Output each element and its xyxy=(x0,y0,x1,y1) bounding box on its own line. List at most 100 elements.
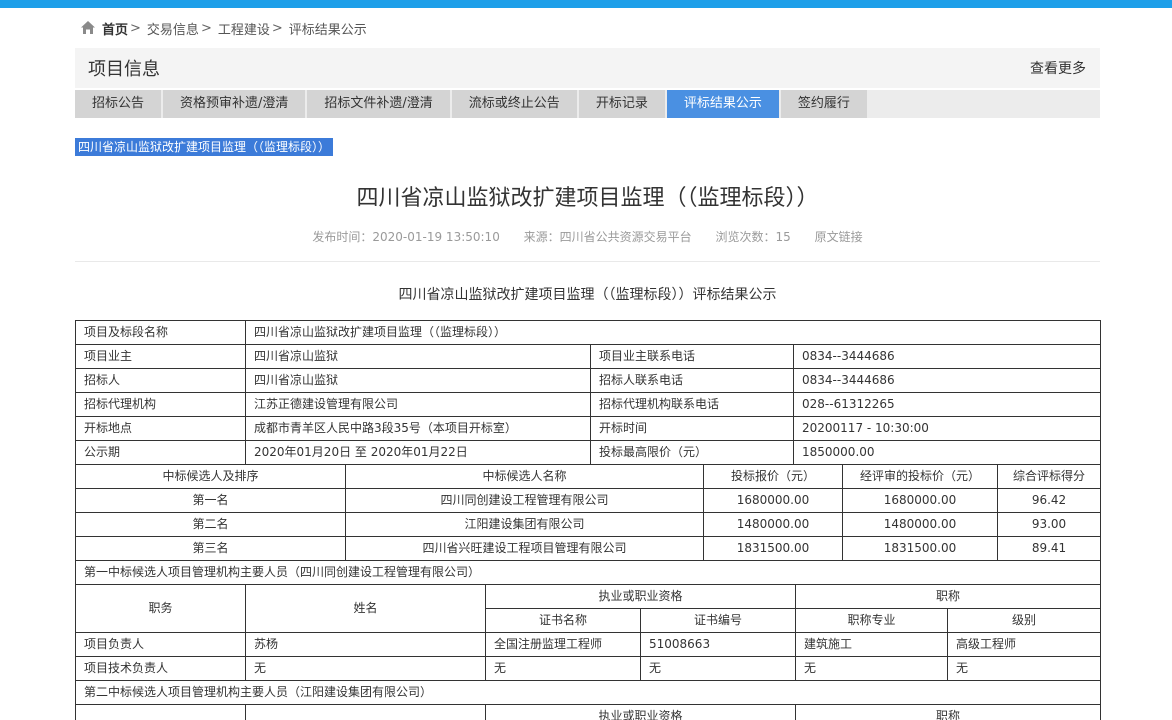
main-content: 项目信息 查看更多 招标公告 资格预审补遗/澄清 招标文件补遗/澄清 流标或终止… xyxy=(75,48,1100,720)
info-value: 2020年01月20日 至 2020年01月22日 xyxy=(246,441,591,465)
col-header-evaluated: 经评审的投标价（元） xyxy=(843,465,998,489)
candidate-rank: 第一名 xyxy=(76,489,346,513)
tab-failed-or-terminated[interactable]: 流标或终止公告 xyxy=(452,90,577,118)
candidate-evaluated: 1680000.00 xyxy=(843,489,998,513)
candidate-name: 四川省兴旺建设工程项目管理有限公司 xyxy=(346,537,704,561)
col-header-name: 中标候选人名称 xyxy=(346,465,704,489)
tab-bid-announcement[interactable]: 招标公告 xyxy=(75,90,161,118)
table-row: 第三名 四川省兴旺建设工程项目管理有限公司 1831500.00 1831500… xyxy=(76,537,1101,561)
person-name: 无 xyxy=(246,657,486,681)
origin-link[interactable]: 原文链接 xyxy=(815,230,863,244)
source: 来源：四川省公共资源交易平台 xyxy=(524,230,692,244)
breadcrumb-item-result[interactable]: 评标结果公示 xyxy=(289,19,367,38)
table-row: 第二名 江阳建设集团有限公司 1480000.00 1480000.00 93.… xyxy=(76,513,1101,537)
candidate-evaluated: 1480000.00 xyxy=(843,513,998,537)
person-name: 苏杨 xyxy=(246,633,486,657)
person-level: 高级工程师 xyxy=(948,633,1101,657)
candidate-bid: 1680000.00 xyxy=(704,489,843,513)
home-icon[interactable] xyxy=(80,20,96,36)
info-value: 0834--3444686 xyxy=(794,369,1101,393)
col-header-bid: 投标报价（元） xyxy=(704,465,843,489)
tab-prequalification-clarify[interactable]: 资格预审补遗/澄清 xyxy=(163,90,305,118)
person-cert-no: 无 xyxy=(641,657,796,681)
info-label: 开标地点 xyxy=(76,417,246,441)
col-header-rank: 中标候选人及排序 xyxy=(76,465,346,489)
table-row: 招标代理机构 江苏正德建设管理有限公司 招标代理机构联系电话 028--6131… xyxy=(76,393,1101,417)
info-label: 开标时间 xyxy=(591,417,794,441)
section-title: 第二中标候选人项目管理机构主要人员（江阳建设集团有限公司） xyxy=(76,681,1101,705)
candidate-rank: 第二名 xyxy=(76,513,346,537)
candidate-bid: 1831500.00 xyxy=(704,537,843,561)
col-header-title-group: 职称 xyxy=(796,585,1101,609)
info-value: 四川省凉山监狱 xyxy=(246,345,591,369)
col-header-level: 级别 xyxy=(948,609,1101,633)
col-header-cert-no: 证书编号 xyxy=(641,609,796,633)
project-info-table: 项目及标段名称 四川省凉山监狱改扩建项目监理（（监理标段）） 项目业主 四川省凉… xyxy=(75,320,1101,465)
person-level: 无 xyxy=(948,657,1101,681)
col-header-score: 综合评标得分 xyxy=(998,465,1101,489)
candidate-name: 江阳建设集团有限公司 xyxy=(346,513,704,537)
tab-contract-performance[interactable]: 签约履行 xyxy=(781,90,867,118)
info-value: 1850000.00 xyxy=(794,441,1101,465)
col-header-qualification-group: 执业或职业资格 xyxy=(486,585,796,609)
person-major: 建筑施工 xyxy=(796,633,948,657)
col-header-title-group: 职称 xyxy=(796,705,1101,720)
section-title-row: 第二中标候选人项目管理机构主要人员（江阳建设集团有限公司） xyxy=(76,681,1101,705)
breadcrumb: 首页 > 交易信息 > 工程建设 > 评标结果公示 xyxy=(0,8,1172,48)
col-header-person-name: 姓名 xyxy=(246,585,486,633)
col-header-person-name: 姓名 xyxy=(246,705,486,720)
table-header-row: 中标候选人及排序 中标候选人名称 投标报价（元） 经评审的投标价（元） 综合评标… xyxy=(76,465,1101,489)
tab-evaluation-result[interactable]: 评标结果公示 xyxy=(667,90,779,118)
col-header-duty: 职务 xyxy=(76,585,246,633)
info-label: 项目业主联系电话 xyxy=(591,345,794,369)
page-title: 项目信息 xyxy=(88,55,160,81)
person-cert-no: 51008663 xyxy=(641,633,796,657)
panel-header: 项目信息 查看更多 xyxy=(75,48,1100,88)
person-cert-name: 全国注册监理工程师 xyxy=(486,633,641,657)
info-value: 028--61312265 xyxy=(794,393,1101,417)
candidate-name: 四川同创建设工程管理有限公司 xyxy=(346,489,704,513)
info-value: 20200117 - 10:30:00 xyxy=(794,417,1101,441)
info-value: 成都市青羊区人民中路3段35号（本项目开标室） xyxy=(246,417,591,441)
publish-time: 发布时间：2020-01-19 13:50:10 xyxy=(312,230,499,244)
info-value: 江苏正德建设管理有限公司 xyxy=(246,393,591,417)
table-row: 第一名 四川同创建设工程管理有限公司 1680000.00 1680000.00… xyxy=(76,489,1101,513)
person-major: 无 xyxy=(796,657,948,681)
breadcrumb-home[interactable]: 首页 xyxy=(102,19,128,38)
view-count: 浏览次数：15 xyxy=(716,230,791,244)
person-duty: 项目负责人 xyxy=(76,633,246,657)
table-row: 招标人 四川省凉山监狱 招标人联系电话 0834--3444686 xyxy=(76,369,1101,393)
article-title: 四川省凉山监狱改扩建项目监理（（监理标段）） xyxy=(75,180,1100,212)
tab-bid-opening-record[interactable]: 开标记录 xyxy=(579,90,665,118)
candidate-score: 89.41 xyxy=(998,537,1101,561)
info-label: 公示期 xyxy=(76,441,246,465)
info-value: 四川省凉山监狱 xyxy=(246,369,591,393)
candidate-evaluated: 1831500.00 xyxy=(843,537,998,561)
table-row: 公示期 2020年01月20日 至 2020年01月22日 投标最高限价（元） … xyxy=(76,441,1101,465)
info-label: 投标最高限价（元） xyxy=(591,441,794,465)
table-row: 开标地点 成都市青羊区人民中路3段35号（本项目开标室） 开标时间 202001… xyxy=(76,417,1101,441)
table-row: 项目业主 四川省凉山监狱 项目业主联系电话 0834--3444686 xyxy=(76,345,1101,369)
tab-bid-doc-clarify[interactable]: 招标文件补遗/澄清 xyxy=(307,90,449,118)
person-cert-name: 无 xyxy=(486,657,641,681)
info-value: 0834--3444686 xyxy=(794,345,1101,369)
col-header-major: 职称专业 xyxy=(796,609,948,633)
section-title-row: 第一中标候选人项目管理机构主要人员（四川同创建设工程管理有限公司） xyxy=(76,561,1101,585)
table-row: 项目负责人 苏杨 全国注册监理工程师 51008663 建筑施工 高级工程师 xyxy=(76,633,1101,657)
breadcrumb-separator: > xyxy=(272,21,283,36)
breadcrumb-item-engineering[interactable]: 工程建设 xyxy=(218,19,270,38)
info-label: 招标代理机构 xyxy=(76,393,246,417)
table-header-row: 职务 姓名 执业或职业资格 职称 xyxy=(76,705,1101,720)
col-header-qualification-group: 执业或职业资格 xyxy=(486,705,796,720)
breadcrumb-separator: > xyxy=(130,21,141,36)
top-blue-strip xyxy=(0,0,1172,8)
project-link-selected[interactable]: 四川省凉山监狱改扩建项目监理（（监理标段）） xyxy=(75,138,333,156)
breadcrumb-separator: > xyxy=(201,21,212,36)
tab-bar: 招标公告 资格预审补遗/澄清 招标文件补遗/澄清 流标或终止公告 开标记录 评标… xyxy=(75,90,1100,118)
table-header-row: 职务 姓名 执业或职业资格 职称 xyxy=(76,585,1101,609)
candidates-table: 中标候选人及排序 中标候选人名称 投标报价（元） 经评审的投标价（元） 综合评标… xyxy=(75,464,1101,561)
personnel-table-first-candidate: 第一中标候选人项目管理机构主要人员（四川同创建设工程管理有限公司） 职务 姓名 … xyxy=(75,560,1101,681)
breadcrumb-item-trade-info[interactable]: 交易信息 xyxy=(147,19,199,38)
view-more-link[interactable]: 查看更多 xyxy=(1030,58,1086,78)
info-label: 招标人 xyxy=(76,369,246,393)
